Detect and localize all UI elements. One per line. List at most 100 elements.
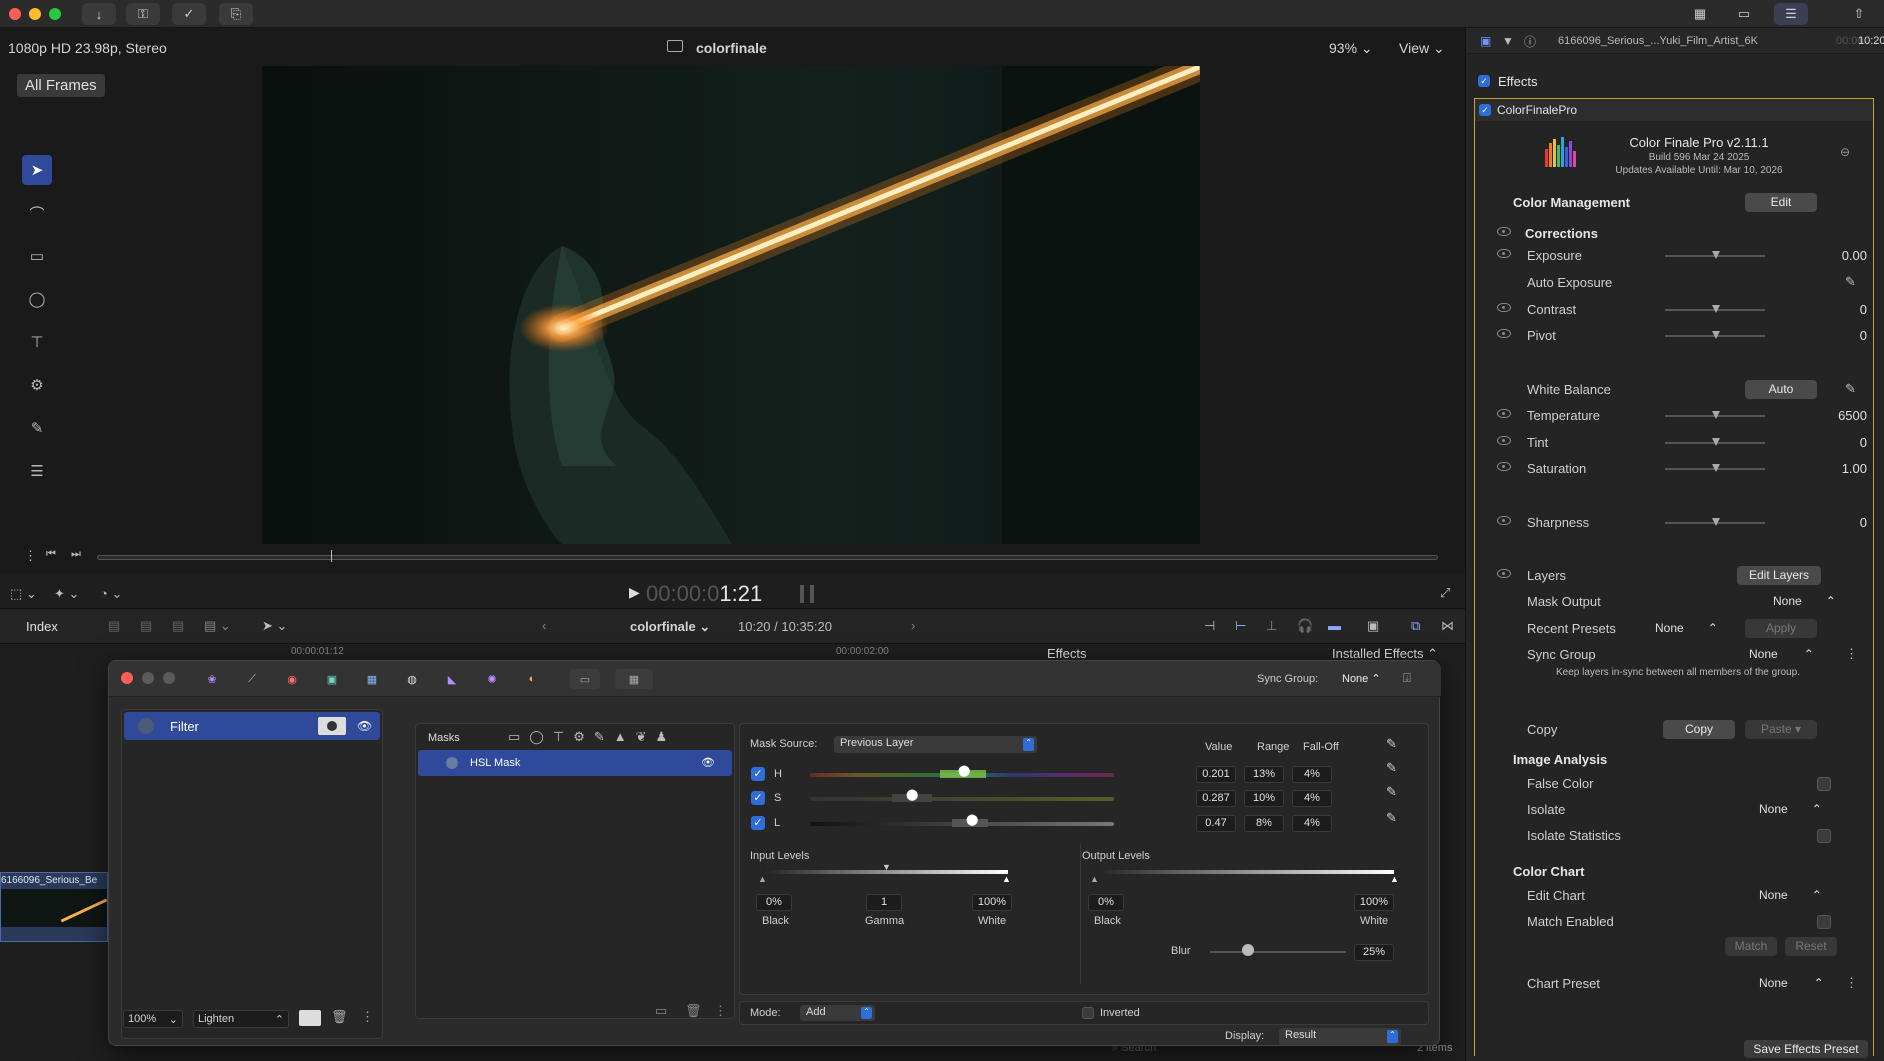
l-checkbox[interactable]: ✓ — [751, 816, 765, 830]
curves-icon[interactable]: ⟋ — [240, 669, 264, 689]
ellipse-mask-icon[interactable]: ◯ — [529, 729, 553, 744]
pivot-slider[interactable] — [1665, 331, 1765, 339]
saturation-value[interactable]: 1.00 — [1842, 461, 1867, 476]
output-levels-slider[interactable] — [1094, 870, 1394, 874]
fullscreen-icon[interactable]: ⤢ — [1440, 585, 1450, 601]
next-frame-icon[interactable]: ⏭ — [71, 548, 81, 561]
eyedropper-refine-icon[interactable]: ✎ — [1386, 810, 1397, 826]
forward-icon[interactable]: › — [911, 618, 915, 633]
color-wheels-icon[interactable]: ◉ — [280, 669, 304, 689]
exposure-eye-icon[interactable] — [1497, 249, 1511, 258]
display-select[interactable]: Result ⌃ — [1279, 1028, 1401, 1045]
connect-clip-icon[interactable]: ▤ — [108, 618, 120, 634]
person-mask-icon[interactable]: ♟ — [656, 729, 677, 744]
sharpness-value[interactable]: 0 — [1860, 515, 1867, 530]
effects-tab[interactable]: Effects — [1047, 646, 1087, 661]
h-range[interactable]: 13% — [1244, 766, 1284, 783]
filmstrip-icon[interactable]: ▭ — [1727, 3, 1761, 25]
s-range[interactable]: 10% — [1244, 790, 1284, 807]
sharpness-slider[interactable] — [1665, 518, 1765, 526]
temperature-slider[interactable] — [1665, 411, 1765, 419]
add-mask-icon[interactable] — [299, 1010, 321, 1026]
append-clip-icon[interactable]: ▤ — [172, 618, 184, 634]
sync-group-select[interactable]: None ⌃ — [1749, 647, 1814, 661]
clip-appearance-icon[interactable]: ▣ — [1367, 618, 1379, 634]
input-white-handle[interactable]: ▲ — [1002, 874, 1011, 884]
contrast-eye-icon[interactable] — [1497, 303, 1511, 312]
rectangle-tool-icon[interactable]: ▭ — [22, 241, 52, 271]
input-gamma-handle[interactable]: ▼ — [882, 862, 891, 872]
mask-visibility-icon[interactable]: 👁 — [701, 756, 715, 769]
layers-icon[interactable]: ❀ — [200, 669, 224, 689]
apply-button[interactable]: Apply — [1745, 619, 1817, 638]
inverted-checkbox[interactable] — [1082, 1007, 1094, 1019]
filter-inspector-icon[interactable]: ▼ — [1502, 34, 1514, 48]
play-icon[interactable]: ▶ — [629, 584, 640, 601]
pivot-value[interactable]: 0 — [1860, 328, 1867, 343]
view-menu[interactable]: View ⌄ — [1399, 40, 1445, 57]
export-icon[interactable]: ⇧ — [1842, 3, 1876, 25]
scrubber[interactable] — [97, 550, 1438, 562]
zoom-out-icon[interactable]: ⊣ — [1204, 618, 1215, 634]
s-slider-track[interactable] — [810, 797, 1114, 801]
s-falloff[interactable]: 4% — [1292, 790, 1332, 807]
isolate-select[interactable]: None ⌃ — [1759, 802, 1822, 816]
tint-slider[interactable] — [1665, 438, 1765, 446]
vector-icon[interactable]: ✺ — [480, 669, 504, 689]
delete-mask-icon[interactable]: 🗑 — [685, 1003, 702, 1019]
bezier-tool-icon[interactable]: ⌒ — [22, 198, 52, 228]
chart-preset-select[interactable]: None ⌃ — [1759, 976, 1824, 990]
h-value[interactable]: 0.201 — [1196, 766, 1236, 783]
close-window-button[interactable] — [9, 8, 21, 20]
insert-clip-icon[interactable]: ▤ — [140, 618, 152, 634]
h-falloff[interactable]: 4% — [1292, 766, 1332, 783]
lut-icon[interactable]: ▦ — [360, 669, 384, 689]
eyedropper-icon[interactable]: ✎ — [1386, 736, 1397, 752]
sharpness-eye-icon[interactable] — [1497, 516, 1511, 525]
eyedropper-subtract-icon[interactable]: ✎ — [1386, 784, 1397, 800]
project-menu[interactable]: colorfinale ⌄ — [630, 619, 710, 635]
checkmark-icon[interactable]: ✓ — [172, 3, 206, 25]
download-icon[interactable]: ↓ — [82, 3, 116, 25]
false-color-checkbox[interactable] — [1817, 777, 1831, 791]
s-center-handle[interactable]: ⬤ — [906, 788, 918, 801]
timeline-clip[interactable]: 6166096_Serious_Be — [0, 872, 108, 942]
output-black-value[interactable]: 0% — [1088, 894, 1124, 911]
plugin-checkbox[interactable]: ✓ — [1479, 104, 1491, 116]
gradient-tool-icon[interactable]: ⊤ — [22, 327, 52, 357]
input-black-value[interactable]: 0% — [756, 894, 792, 911]
s-checkbox[interactable]: ✓ — [751, 791, 765, 805]
sync-more-icon[interactable]: ⋮ — [1845, 646, 1858, 662]
rect-mask-icon[interactable]: ▭ — [508, 729, 529, 744]
saturation-slider[interactable] — [1665, 464, 1765, 472]
cf-sync-group-select[interactable]: None ⌃ — [1342, 672, 1381, 685]
save-effects-preset-button[interactable]: Save Effects Preset — [1744, 1040, 1868, 1058]
inspector-icon[interactable]: ☰ — [1774, 3, 1808, 25]
color-match-icon[interactable]: ◐ — [520, 669, 544, 689]
hsl-mask-icon[interactable]: ❦ — [636, 729, 656, 744]
reset-button[interactable]: Reset — [1785, 937, 1837, 956]
grid-view-icon[interactable]: ▦ — [1683, 3, 1717, 25]
input-gamma-value[interactable]: 1 — [866, 894, 902, 911]
l-center-handle[interactable]: ⬤ — [966, 813, 978, 826]
mask-source-select[interactable]: Previous Layer ⌃ — [834, 736, 1037, 753]
mask-more-icon[interactable]: ⋮ — [714, 1003, 727, 1019]
mode-select[interactable]: Add ⌃ — [800, 1005, 875, 1021]
select-tool-icon[interactable]: ➤ — [22, 155, 52, 185]
copy-button[interactable]: Copy — [1663, 720, 1735, 739]
effects-checkbox[interactable]: ✓ — [1478, 75, 1490, 87]
corrections-eye-icon[interactable] — [1497, 227, 1511, 236]
mask-row-hsl[interactable]: HSL Mask 👁 — [418, 750, 732, 776]
zoom-in-icon[interactable]: ⊢ — [1235, 618, 1246, 634]
plugin-menu-icon[interactable]: ⊖ — [1840, 145, 1850, 159]
cf-minimize-button[interactable] — [142, 672, 154, 684]
speed-icon[interactable]: ◔ ⌄ — [100, 586, 122, 602]
input-black-handle[interactable]: ▲ — [758, 874, 767, 884]
skimming-icon[interactable]: ⊥ — [1266, 618, 1277, 634]
pen-tool-icon[interactable]: ✎ — [22, 413, 52, 443]
input-white-value[interactable]: 100% — [972, 894, 1012, 911]
video-inspector-icon[interactable]: ▣ — [1480, 34, 1491, 48]
crop-icon[interactable]: ⬚ ⌄ — [10, 586, 37, 602]
share-icon[interactable]: ⎘ — [219, 3, 253, 25]
cf-zoom-button[interactable] — [163, 672, 175, 684]
